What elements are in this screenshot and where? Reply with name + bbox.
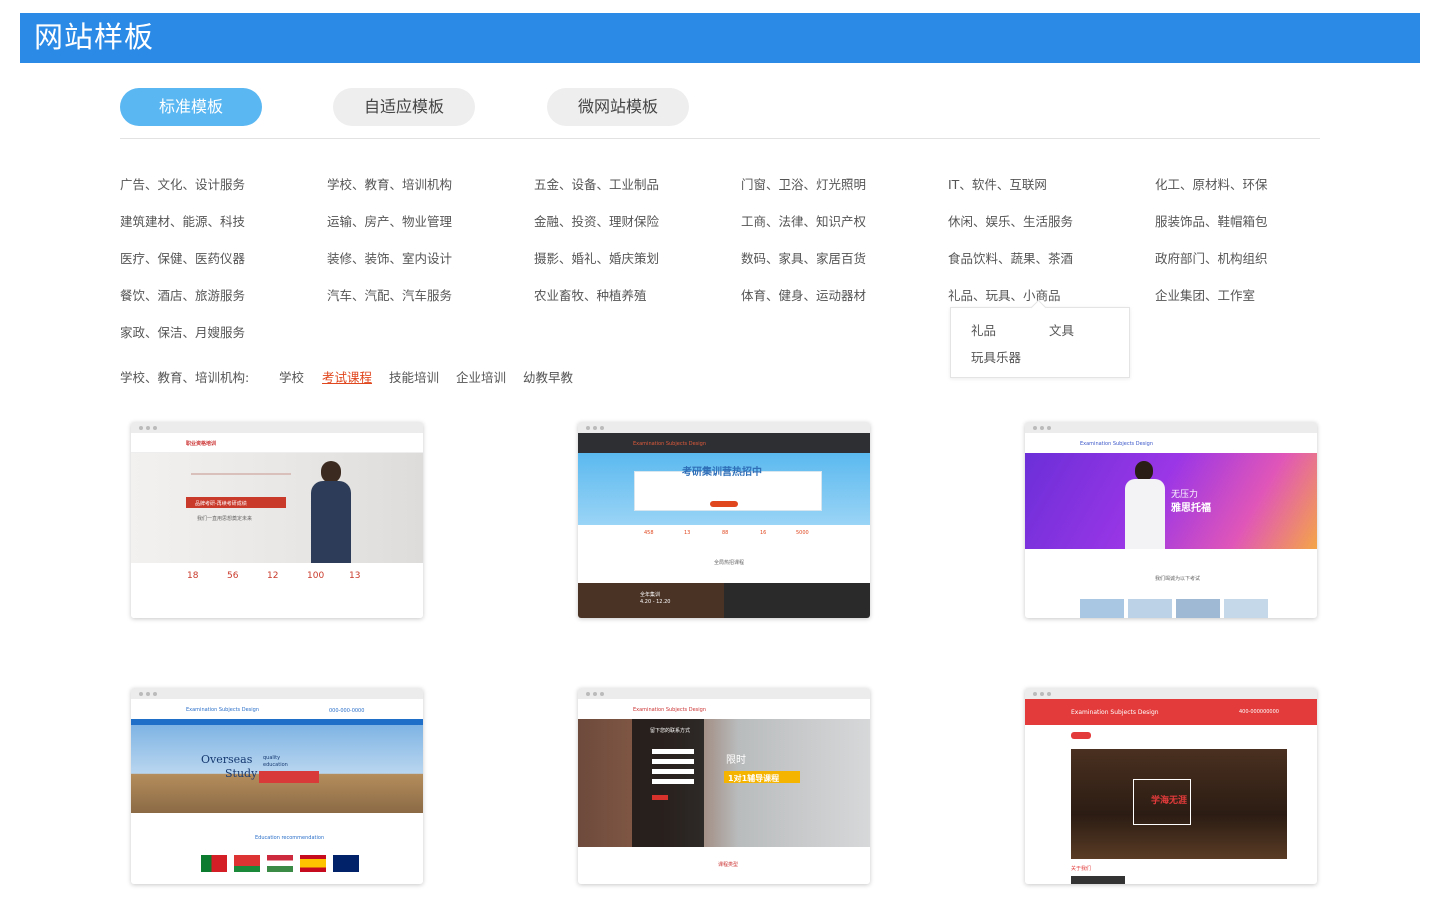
category-link[interactable]: 农业畜牧、种植养殖: [534, 288, 647, 304]
preview-section: Education recommendation: [255, 835, 325, 841]
preview-phone: 400-000000000: [1239, 709, 1279, 715]
preview-section: 全局热招课程: [714, 560, 745, 566]
template-preview: Examination Subjects Design 留下您的联系方式 限时 …: [578, 699, 870, 884]
template-card[interactable]: Examination Subjects Design 留下您的联系方式 限时 …: [578, 688, 870, 884]
preview-logo: 职业资格培训: [186, 441, 217, 447]
category-link[interactable]: 食品饮料、蔬果、茶酒: [948, 251, 1073, 267]
subcategory-label: 学校、教育、培训机构:: [120, 370, 250, 385]
tab-micro-site[interactable]: 微网站模板: [547, 88, 689, 126]
preview-card-title: 全年集训: [640, 592, 661, 598]
preview-card-date: 4.20 - 12.20: [640, 599, 671, 605]
page-header: 网站样板: [20, 13, 1420, 63]
browser-bar: [578, 422, 870, 433]
template-preview: Examination Subjects Design 无压力 雅思托福 我们竭…: [1025, 433, 1317, 618]
template-card[interactable]: 职业资格培训 品牌考研-再续考研成绩 我们一直用思想奠定未来 18 56 12 …: [131, 422, 423, 618]
browser-bar: [578, 688, 870, 699]
subcategory-link[interactable]: 学校: [279, 367, 304, 386]
template-card[interactable]: Examination Subjects Design 考研集训营热招中 458…: [578, 422, 870, 618]
preview-sub: 我们一直用思想奠定未来: [197, 516, 253, 522]
category-link[interactable]: 体育、健身、运动器材: [741, 288, 866, 304]
browser-bar: [1025, 688, 1317, 699]
category-link[interactable]: 装修、装饰、室内设计: [327, 251, 452, 267]
preview-headline: 1对1辅导课程: [728, 774, 780, 783]
template-preview: Examination Subjects Design 000-000-0000…: [131, 699, 423, 884]
dropdown-item[interactable]: 礼品: [971, 320, 996, 339]
template-card[interactable]: Examination Subjects Design 000-000-0000…: [131, 688, 423, 884]
preview-logo: Examination Subjects Design: [1080, 441, 1153, 447]
preview-headline: 雅思托福: [1171, 503, 1211, 514]
subcategory-link[interactable]: 幼教早教: [523, 367, 573, 386]
template-card[interactable]: Examination Subjects Design 400-00000000…: [1025, 688, 1317, 884]
preview-logo: Examination Subjects Design: [633, 441, 706, 447]
divider: [120, 138, 1320, 139]
preview-stat: 88: [722, 530, 729, 536]
preview-section: 我们竭诚为以下考试: [1155, 576, 1201, 582]
preview-stat: 56: [227, 571, 239, 581]
template-preview: Examination Subjects Design 400-00000000…: [1025, 699, 1317, 884]
category-link[interactable]: 门窗、卫浴、灯光照明: [741, 177, 866, 193]
preview-section: 关于我们: [1071, 866, 1092, 872]
preview-title: Overseas: [201, 753, 253, 766]
category-link[interactable]: 餐饮、酒店、旅游服务: [120, 288, 245, 304]
category-link[interactable]: 汽车、汽配、汽车服务: [327, 288, 452, 304]
browser-bar: [131, 422, 423, 433]
category-link[interactable]: 学校、教育、培训机构: [327, 177, 452, 193]
preview-stat: 5000: [796, 530, 809, 536]
dropdown-item[interactable]: 玩具乐器: [971, 347, 1021, 366]
preview-tag: education: [263, 762, 288, 768]
category-link[interactable]: 化工、原材料、环保: [1155, 177, 1268, 193]
category-link-hovered[interactable]: 礼品、玩具、小商品: [948, 288, 1061, 304]
preview-stat: 100: [307, 571, 325, 581]
category-link[interactable]: 五金、设备、工业制品: [534, 177, 659, 193]
category-link[interactable]: 运输、房产、物业管理: [327, 214, 452, 230]
preview-section: 课程类型: [718, 862, 739, 868]
tab-standard[interactable]: 标准模板: [120, 88, 262, 126]
preview-stat: 13: [349, 571, 361, 581]
category-link[interactable]: 政府部门、机构组织: [1155, 251, 1268, 267]
category-link[interactable]: 广告、文化、设计服务: [120, 177, 245, 193]
preview-logo: Examination Subjects Design: [1071, 709, 1159, 716]
tab-responsive[interactable]: 自适应模板: [333, 88, 475, 126]
preview-stat: 13: [684, 530, 691, 536]
preview-headline: 学海无涯: [1151, 796, 1188, 806]
category-link[interactable]: 摄影、婚礼、婚庆策划: [534, 251, 659, 267]
preview-stat: 12: [267, 571, 279, 581]
template-preview: 职业资格培训 品牌考研-再续考研成绩 我们一直用思想奠定未来 18 56 12 …: [131, 433, 423, 618]
preview-stat: 18: [187, 571, 199, 581]
page-title: 网站样板: [34, 20, 155, 54]
preview-logo: Examination Subjects Design: [186, 707, 259, 713]
template-card[interactable]: Examination Subjects Design 无压力 雅思托福 我们竭…: [1025, 422, 1317, 618]
category-link[interactable]: 数码、家具、家居百货: [741, 251, 866, 267]
category-link[interactable]: 金融、投资、理财保险: [534, 214, 659, 230]
preview-logo: Examination Subjects Design: [633, 707, 706, 713]
preview-title: Study: [225, 767, 258, 780]
subcategory-link-active[interactable]: 考试课程: [322, 367, 372, 386]
preview-headline: 限时: [726, 755, 746, 766]
subcategory-link[interactable]: 企业培训: [456, 367, 506, 386]
preview-slogan: 品牌考研-再续考研成绩: [195, 501, 247, 507]
category-link[interactable]: 医疗、保健、医药仪器: [120, 251, 245, 267]
browser-bar: [131, 688, 423, 699]
subcategory-link[interactable]: 技能培训: [389, 367, 439, 386]
preview-stat: 458: [644, 530, 654, 536]
browser-bar: [1025, 422, 1317, 433]
category-link[interactable]: IT、软件、互联网: [948, 177, 1047, 193]
category-dropdown: 礼品 文具 玩具乐器: [950, 307, 1130, 378]
preview-phone: 000-000-0000: [329, 708, 365, 714]
preview-form-title: 留下您的联系方式: [650, 728, 691, 734]
category-link[interactable]: 建筑建材、能源、科技: [120, 214, 245, 230]
dropdown-item[interactable]: 文具: [1049, 320, 1074, 339]
preview-tag: quality: [263, 755, 281, 761]
category-link[interactable]: 休闲、娱乐、生活服务: [948, 214, 1073, 230]
preview-stat: 16: [760, 530, 767, 536]
template-preview: Examination Subjects Design 考研集训营热招中 458…: [578, 433, 870, 618]
category-link[interactable]: 企业集团、工作室: [1155, 288, 1255, 304]
category-link[interactable]: 家政、保洁、月嫂服务: [120, 325, 245, 341]
category-link[interactable]: 服装饰品、鞋帽箱包: [1155, 214, 1268, 230]
preview-headline: 考研集训营热招中: [682, 467, 762, 478]
category-link[interactable]: 工商、法律、知识产权: [741, 214, 866, 230]
